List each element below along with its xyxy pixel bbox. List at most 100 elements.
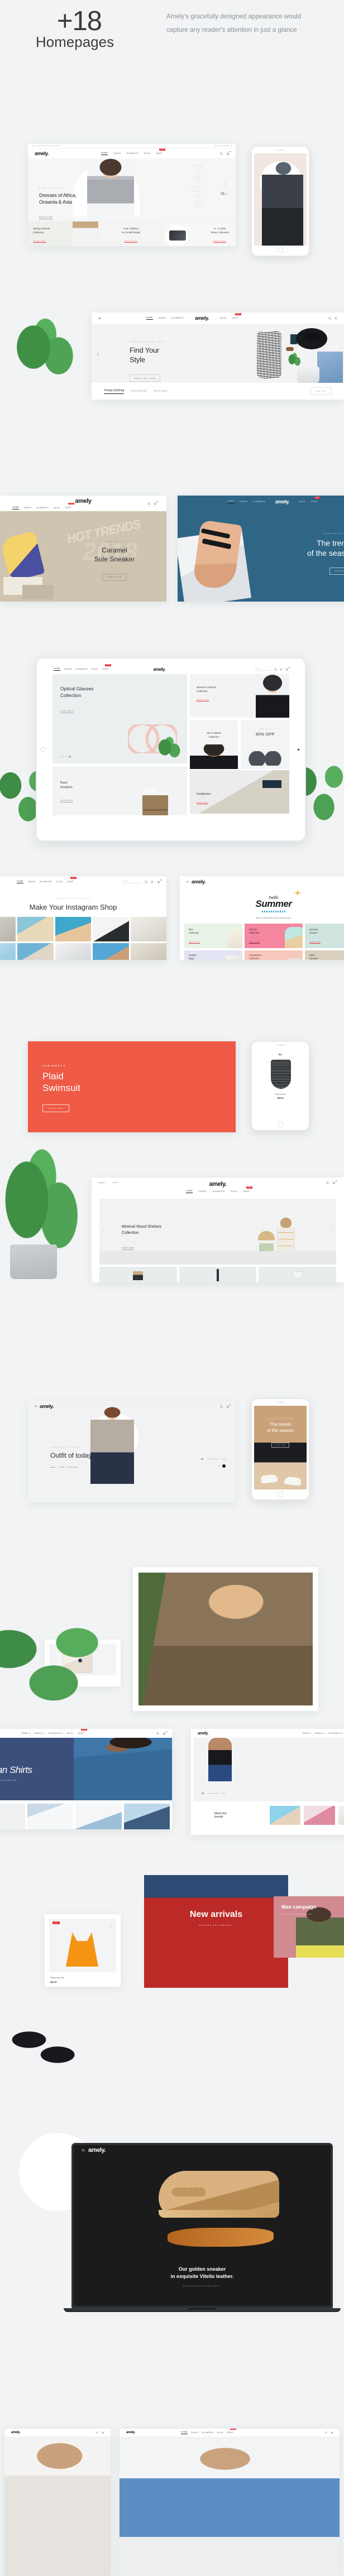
nav-link-pages[interactable]: PAGES (199, 1190, 207, 1193)
brand-logo[interactable]: amely. (195, 315, 209, 321)
hamburger-icon[interactable] (82, 2149, 85, 2152)
nav-link-home[interactable]: HOME (146, 316, 153, 320)
search-input[interactable]: Search... (123, 881, 141, 883)
product-thumb[interactable] (75, 1804, 122, 1829)
trend-thumb[interactable] (338, 1806, 344, 1825)
nav-link-home[interactable]: HOME (54, 667, 60, 671)
summer-tile-women[interactable]: Women Collection SHOP NOW (245, 924, 303, 948)
hero-cta[interactable]: VIEW CATALOG (58, 1466, 78, 1468)
hero-cta[interactable]: SHOP NOW (39, 216, 53, 220)
product-thumb[interactable] (0, 1804, 25, 1829)
showcase-outfit-desktop[interactable]: amely. 0 LOOKBOOK SS2017 Outfit of today… (28, 1401, 236, 1502)
chevron-left-icon[interactable] (102, 1229, 105, 1232)
showcase-dresses-desktop[interactable]: Sign in | USD | Free Shipping Over $100 … (28, 144, 236, 246)
brand-logo[interactable]: amely. (11, 2431, 20, 2434)
showcase-bottom-right[interactable]: amely. HOME PAGES ELEMENTS BLOG SHOPsale (120, 2429, 340, 2576)
phone-cta[interactable]: SHOP NOW (271, 1443, 290, 1448)
search-icon[interactable] (156, 1732, 159, 1735)
nav-link-elements[interactable]: ELEMENTS (202, 2431, 214, 2434)
nav-link-pages[interactable]: PAGES (240, 501, 248, 503)
nav-link-shop[interactable]: SHOPsale (311, 497, 321, 503)
search-icon[interactable] (328, 316, 331, 320)
language-select[interactable]: English ▾ (98, 1181, 106, 1184)
brand-logo[interactable]: amely (75, 498, 92, 504)
cart-icon[interactable]: 0 (332, 1180, 337, 1184)
promo-tile[interactable]: Cute Clothers For Small People START BUY (98, 222, 164, 246)
brand-logo[interactable]: amely. (192, 879, 206, 885)
nav-link-blog[interactable]: BLOG (231, 1190, 237, 1193)
product-thumb[interactable] (179, 1267, 257, 1282)
instagram-tile[interactable] (0, 943, 16, 960)
showcase-season-desktop[interactable]: HOME PAGES ELEMENTS amely. BLOG SHOP sale… (178, 496, 344, 602)
men-optical-card[interactable]: Men's Optical Collection SHOP NOW (189, 720, 238, 769)
nav-link-shop[interactable]: SHOPsale (232, 313, 241, 319)
showcase-jean-desktop[interactable]: HOME ▾ PAGES ▾ ELEMENTS ▾ BLOG SHOP sale … (0, 1729, 172, 1829)
showcase-swimsuit-phone[interactable]: 01. BEST SELLING PRODUCTS Plaid swimsuit… (251, 1041, 309, 1131)
brand-logo[interactable]: amely. (198, 1732, 208, 1736)
instagram-tile[interactable] (0, 917, 16, 941)
tab-items-sale[interactable]: Items Sale (154, 390, 168, 393)
showcase-swimsuit-desktop[interactable]: #SWIMWEAR Plaid Swimsuit SHOP NOW (28, 1041, 236, 1132)
product-thumb[interactable] (259, 1267, 337, 1282)
brand-logo[interactable]: amely. (126, 2431, 135, 2434)
nav-link-elements[interactable]: ELEMENTS (253, 501, 265, 503)
nav-link-blog[interactable]: BLOG (144, 152, 150, 155)
search-icon[interactable] (325, 2431, 327, 2434)
nav-link-shop[interactable]: SHOPsale (67, 877, 77, 883)
nav-link-pages[interactable]: PAGES (159, 317, 166, 319)
nav-link-elements[interactable]: ELEMENTS (171, 317, 184, 319)
showcase-newarrivals-banner[interactable]: New arrivals #women#summer (144, 1875, 288, 1988)
nav-link-elements[interactable]: ELEMENTS (127, 152, 139, 155)
search-icon[interactable] (220, 1405, 223, 1408)
nav-link-home[interactable]: HOME (227, 500, 235, 503)
hamburger-icon[interactable] (187, 881, 189, 883)
instagram-tile[interactable] (93, 917, 129, 941)
nav-link-home[interactable]: HOME (186, 1190, 193, 1193)
instagram-tile[interactable] (93, 943, 129, 960)
nav-link-shop[interactable]: SHOPsale (243, 1186, 252, 1193)
heart-icon[interactable] (109, 1921, 113, 1929)
chevron-left-icon[interactable] (96, 352, 100, 356)
nav-link-shop[interactable]: SHOPsale (156, 148, 165, 155)
cart-icon[interactable]: 0 (157, 879, 161, 883)
brand-logo[interactable]: amely. (209, 1181, 226, 1188)
nav-link-pages[interactable]: PAGES (64, 668, 72, 670)
instagram-tile[interactable] (55, 917, 92, 941)
search-icon[interactable] (96, 2431, 98, 2434)
card-cta[interactable]: LOOK BOOK (60, 710, 74, 713)
card-cta[interactable]: SHOP NOW (196, 802, 208, 804)
search-icon[interactable] (145, 880, 147, 883)
chevron-right-icon[interactable] (331, 1229, 334, 1232)
nav-link-blog[interactable]: BLOG (67, 1732, 73, 1734)
hero-cta[interactable]: SHOP NOW (329, 567, 344, 575)
showcase-optical-tablet[interactable]: HOME PAGES ELEMENTS BLOG SHOP sale amely.… (36, 657, 306, 842)
brand-logo[interactable]: amely. (275, 499, 289, 504)
instagram-tile[interactable] (17, 943, 54, 960)
hero-cta[interactable]: SHOP NOW (122, 1247, 135, 1250)
showcase-outfit-phone[interactable]: SHOES COLLECTION The trends of the seaso… (251, 1398, 309, 1500)
product-thumb[interactable] (99, 1267, 177, 1282)
tile-cta[interactable]: START BUY (33, 240, 46, 243)
slide-dots[interactable] (225, 182, 226, 189)
instagram-tile[interactable] (17, 917, 54, 941)
slide-nav-buttons[interactable] (218, 1464, 226, 1468)
summer-tile-sneaker[interactable]: Basic Sneaker SHOP NOW (305, 950, 344, 960)
showcase-findyourstyle-desktop[interactable]: HOME PAGES ELEMENTS amely. BLOG SHOP sale… (92, 313, 344, 400)
tile-cta[interactable]: SHOP NOW (189, 942, 200, 944)
card-cta[interactable]: SHOP NOW (196, 699, 209, 702)
cart-icon[interactable]: 0 (163, 1731, 167, 1735)
basic-eyeglass-card[interactable]: Basic Eyeglass LOOK BOOK (52, 766, 187, 815)
search-input[interactable]: Search... (255, 667, 271, 671)
showcase-instagram-desktop[interactable]: HOME PAGES ELEMENTS BLOG SHOP sale Search… (0, 876, 166, 960)
showcase-golden-laptop[interactable]: amely. Our golden sneaker in exquisite V… (64, 2143, 341, 2312)
nav-link-pages[interactable]: PAGES (28, 881, 36, 883)
tile-cta[interactable]: START BUY (213, 240, 227, 243)
hero-cta[interactable]: SHOP NOW (42, 1104, 69, 1112)
instagram-tile[interactable] (130, 943, 166, 960)
showcase-bottom-left[interactable]: amely. (4, 2429, 111, 2576)
phone-home-button[interactable] (277, 247, 284, 253)
phone-home-button[interactable] (277, 1491, 284, 1497)
user-icon[interactable] (280, 667, 283, 671)
tile-cta[interactable]: SHOP NOW (249, 942, 260, 944)
cart-icon[interactable] (331, 2431, 333, 2434)
